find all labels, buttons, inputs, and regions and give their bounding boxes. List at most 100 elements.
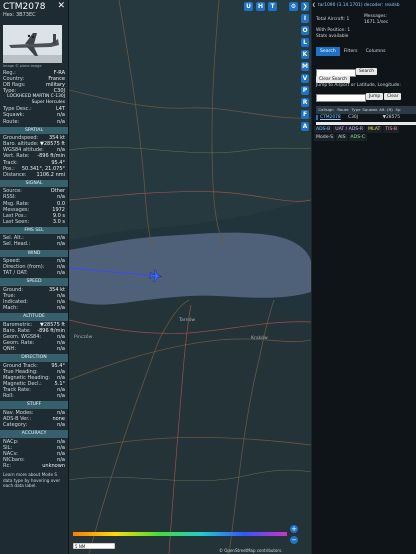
map-view[interactable]: 5 NM © OpenStreetMap contributors. Pincz… bbox=[69, 0, 311, 554]
close-icon[interactable]: ✕ bbox=[57, 1, 65, 11]
type-full-row: LOCKHEED MARTIN C-130J Super Hercules bbox=[0, 94, 68, 106]
map-side-button-f[interactable]: F bbox=[301, 110, 309, 119]
stuff-section: Nav. Modes: n/a ADS-B Ver.: none Category: n/… bbox=[0, 410, 68, 428]
place-label: Pinczów bbox=[74, 335, 93, 340]
map-canvas[interactable] bbox=[69, 0, 311, 554]
section-direction: DIRECTION bbox=[0, 354, 68, 362]
column-header[interactable]: Type bbox=[350, 106, 362, 114]
type-full: LOCKHEED MARTIN C-130J Super Hercules bbox=[7, 94, 65, 105]
map-toggle-button-t[interactable]: T bbox=[268, 2, 277, 11]
stats-available[interactable]: Stats available bbox=[316, 34, 348, 39]
info-value: n/a bbox=[57, 346, 65, 353]
info-value: 3.0 s bbox=[52, 218, 65, 225]
info-value: n/a bbox=[57, 241, 65, 248]
column-header[interactable]: Callsign bbox=[316, 106, 336, 114]
clear-jump-button[interactable]: Clear bbox=[384, 93, 402, 100]
map-side-button-l[interactable]: L bbox=[301, 38, 309, 47]
legend-badge[interactable]: AIS bbox=[336, 134, 348, 141]
panel-tabs: Search Filters Columns bbox=[316, 47, 390, 56]
info-label: Route: bbox=[3, 118, 20, 125]
aircraft-list-panel: ❮ tar1090 (3.14.1701) decoder: readsb To… bbox=[312, 0, 416, 554]
photo-credit: Image © plane-image bbox=[3, 64, 42, 68]
map-side-button-k[interactable]: K bbox=[301, 50, 309, 59]
map-side-button-v[interactable]: V bbox=[301, 74, 309, 83]
place-label: Kraków bbox=[251, 336, 268, 341]
legend-badge[interactable]: ADS-C bbox=[348, 134, 367, 141]
expand-panel-icon[interactable]: ❯ bbox=[301, 2, 309, 11]
search-button[interactable]: Search bbox=[356, 68, 378, 75]
info-value: 1106.2 nmi bbox=[36, 171, 65, 178]
row-altitude: ▼28575 bbox=[382, 115, 400, 120]
registration-section: Reg.: F-RA Country: France DB flags: military… bbox=[0, 70, 68, 94]
zoom-in-button[interactable]: + bbox=[290, 525, 298, 533]
footer-note: Learn more about Mode S data type by hov… bbox=[3, 472, 61, 488]
row-callsign[interactable]: CTM2078 bbox=[320, 115, 348, 120]
info-label: Mach: bbox=[3, 305, 18, 312]
horizontal-scrollbar[interactable] bbox=[316, 122, 416, 125]
legend-badge[interactable]: Mode-S bbox=[314, 134, 336, 141]
total-aircraft: Total Aircraft: 1 bbox=[316, 17, 350, 22]
aircraft-photo[interactable] bbox=[3, 25, 62, 63]
jump-input[interactable] bbox=[316, 94, 366, 102]
section-spatial: SPATIAL bbox=[0, 126, 68, 135]
type-section: Type Desc.: L4T Squawk: n/a Route: n/a bbox=[0, 106, 68, 124]
scale-label: 5 NM bbox=[75, 544, 86, 549]
header-area: ❮ tar1090 (3.14.1701) decoder: readsb bbox=[312, 0, 416, 15]
jump-button[interactable]: Jump bbox=[366, 93, 384, 100]
map-side-button-m[interactable]: M bbox=[301, 62, 309, 71]
info-label: Sel. Head.: bbox=[3, 241, 31, 248]
column-header[interactable]: Alt. (ft) bbox=[378, 106, 394, 114]
info-value: n/a bbox=[57, 421, 65, 428]
map-toggle-button-h[interactable]: H bbox=[256, 2, 265, 11]
info-row: Sel. Head.: n/a bbox=[0, 241, 68, 247]
row-type: C30J bbox=[348, 115, 358, 120]
info-value: n/a bbox=[57, 270, 65, 277]
info-row: Last Seen: 3.0 s bbox=[0, 219, 68, 225]
version-line[interactable]: tar1090 (3.14.1701) decoder: readsb bbox=[318, 3, 400, 8]
table-header: Callsign Route Type Squawk Alt. (ft) Sp bbox=[316, 106, 416, 114]
column-header[interactable]: Route bbox=[336, 106, 350, 114]
collapse-icon[interactable]: ❮ bbox=[312, 3, 316, 8]
tab-filters[interactable]: Filters bbox=[340, 47, 362, 56]
section-fms-sel: FMS SEL bbox=[0, 226, 68, 235]
info-value: n/a bbox=[57, 118, 65, 125]
fms-section: Sel. Alt.: n/a Sel. Head.: n/a bbox=[0, 235, 68, 247]
table-row[interactable]: CTM2078 C30J ▼28575 bbox=[316, 114, 416, 121]
legend-badge[interactable]: TIS-B bbox=[383, 126, 400, 133]
settings-gear-icon[interactable]: ⚙ bbox=[289, 2, 298, 11]
info-label: QNH: bbox=[3, 346, 17, 353]
source-legend: ADS-B UAT / ADS-R MLAT TIS-B Mode-S AIS ADS-C bbox=[314, 126, 414, 142]
tab-search[interactable]: Search bbox=[316, 47, 340, 56]
column-header[interactable]: Sp bbox=[394, 106, 402, 114]
map-side-button-a[interactable]: A bbox=[301, 122, 309, 131]
map-toggle-button-u[interactable]: U bbox=[244, 2, 253, 11]
zoom-out-button[interactable]: − bbox=[290, 536, 298, 544]
info-list: Reg.: F-RA Country: France DB flags: military… bbox=[0, 70, 68, 489]
legend-badge[interactable]: ADS-B bbox=[314, 126, 333, 133]
map-side-button-o[interactable]: O bbox=[301, 26, 309, 35]
map-side-button-i[interactable]: I bbox=[301, 14, 309, 23]
map-side-button-r[interactable]: R bbox=[301, 98, 309, 107]
aircraft-hex: Hex: 3B73EC bbox=[3, 12, 36, 18]
tab-columns[interactable]: Columns bbox=[362, 47, 390, 56]
info-row: Distance: 1106.2 nmi bbox=[0, 172, 68, 178]
with-position: With Position: 1 bbox=[316, 28, 351, 33]
spatial-section: Groundspeed: 354 kt Baro. altitude: ▼28575 … bbox=[0, 135, 68, 178]
clear-search-button[interactable]: Clear Search bbox=[316, 76, 350, 83]
section-speed: SPEED bbox=[0, 278, 68, 286]
legend-badge[interactable]: UAT / ADS-R bbox=[333, 126, 366, 133]
info-row: Roll: n/a bbox=[0, 393, 68, 399]
map-side-button-p[interactable]: P bbox=[301, 86, 309, 95]
column-header[interactable]: Squawk bbox=[362, 106, 378, 114]
messages-value: 1671.1/sec bbox=[364, 20, 389, 25]
speed-section: Ground: 354 kt True: n/a Indicated: n/a Mach: n… bbox=[0, 287, 68, 311]
info-label: Distance: bbox=[3, 171, 27, 178]
flag-icon bbox=[316, 115, 318, 120]
map-attribution[interactable]: © OpenStreetMap contributors. bbox=[219, 548, 282, 553]
town-label: Tarnów bbox=[179, 318, 196, 323]
legend-badge[interactable]: MLAT bbox=[366, 126, 383, 133]
info-value: n/a bbox=[57, 305, 65, 312]
section-signal: SIGNAL bbox=[0, 179, 68, 188]
messages-label: Messages: bbox=[364, 14, 388, 19]
accuracy-section: NACp: n/a SIL: n/a NACv: n/a NICbaro: n/a Rc: unk… bbox=[0, 439, 68, 469]
